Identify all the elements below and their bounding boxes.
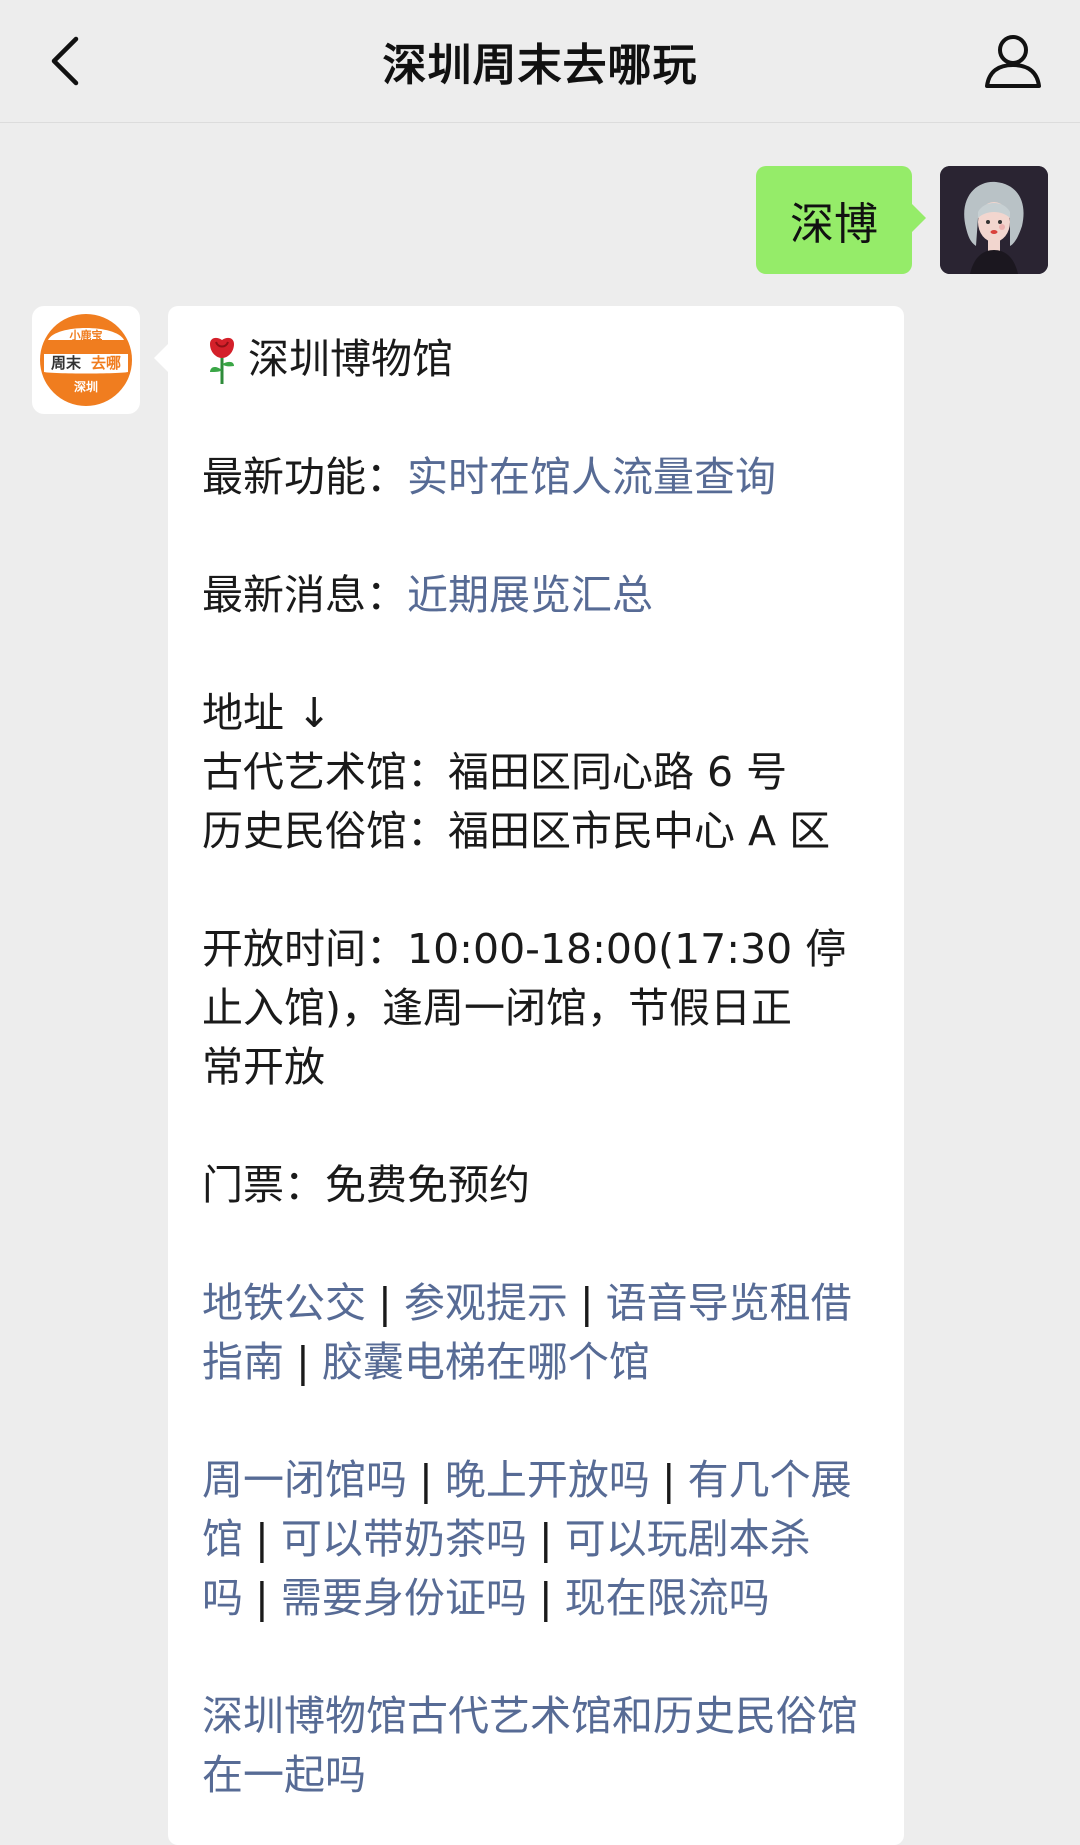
link-monday-closed[interactable]: 周一闭馆吗 bbox=[202, 1456, 407, 1504]
new-feature-line: 最新功能：实时在馆人流量查询 bbox=[202, 448, 870, 507]
user-avatar[interactable] bbox=[940, 166, 1048, 274]
chevron-left-icon bbox=[51, 36, 79, 86]
link-subway-bus[interactable]: 地铁公交 bbox=[202, 1279, 366, 1327]
link-separator: | bbox=[255, 1574, 269, 1622]
bot-message-bubble[interactable]: 深圳博物馆 最新功能：实时在馆人流量查询 最新消息：近期展览汇总 地址 ↓ 古代… bbox=[154, 306, 904, 1845]
link-milk-tea[interactable]: 可以带奶茶吗 bbox=[281, 1515, 527, 1563]
quick-links-group-1: 地铁公交 | 参观提示 | 语音导览租借指南 | 胶囊电梯在哪个馆 bbox=[202, 1274, 870, 1392]
bot-avatar[interactable]: 小鹿宝 周末 去哪 深圳 bbox=[32, 306, 140, 414]
link-night-open[interactable]: 晚上开放吗 bbox=[445, 1456, 650, 1504]
link-visit-tips[interactable]: 参观提示 bbox=[404, 1279, 568, 1327]
page-title: 深圳周末去哪玩 bbox=[382, 40, 698, 91]
new-feature-label: 最新功能： bbox=[202, 453, 407, 501]
museum-title-line: 深圳博物馆 bbox=[202, 330, 870, 389]
brand-logo: 小鹿宝 周末 去哪 深圳 bbox=[40, 314, 132, 406]
back-button[interactable] bbox=[30, 26, 100, 96]
address-heading: 地址 ↓ bbox=[202, 689, 332, 737]
quick-links-group-3: 深圳博物馆古代艺术馆和历史民俗馆在一起吗 bbox=[202, 1687, 870, 1805]
chat-profile-button[interactable] bbox=[976, 24, 1050, 98]
link-halls-together[interactable]: 深圳博物馆古代艺术馆和历史民俗馆在一起吗 bbox=[202, 1692, 858, 1799]
user-avatar-image bbox=[940, 166, 1048, 274]
museum-title: 深圳博物馆 bbox=[248, 335, 453, 383]
nav-bar: 深圳周末去哪玩 bbox=[0, 0, 1080, 123]
link-separator: | bbox=[579, 1279, 594, 1327]
address-history-folk: 历史民俗馆：福田区市民中心 A 区 bbox=[202, 807, 831, 855]
opening-hours-line-3: 常开放 bbox=[202, 1043, 325, 1091]
person-icon bbox=[985, 35, 1041, 88]
quick-links-group-2: 周一闭馆吗 | 晚上开放吗 | 有几个展馆 | 可以带奶茶吗 | 可以玩剧本杀吗 | 需要身份证吗 |… bbox=[202, 1451, 870, 1628]
logo-bottom-text: 深圳 bbox=[74, 379, 98, 394]
link-separator: | bbox=[538, 1515, 553, 1563]
link-separator: | bbox=[419, 1456, 433, 1504]
link-capsule-elevator[interactable]: 胶囊电梯在哪个馆 bbox=[322, 1338, 650, 1386]
rose-icon bbox=[210, 337, 234, 384]
user-message-bubble[interactable]: 深博 bbox=[756, 166, 926, 274]
logo-top-text: 小鹿宝 bbox=[69, 328, 103, 342]
bot-message-row: 小鹿宝 周末 去哪 深圳 深圳博物馆 最新功能：实时在馆人流量查询 最新消息：近… bbox=[32, 306, 904, 1845]
link-crowd-limit[interactable]: 现在限流吗 bbox=[565, 1574, 770, 1622]
new-news-line: 最新消息：近期展览汇总 bbox=[202, 566, 870, 625]
opening-hours-line-1: 开放时间：10:00-18:00(17:30 停 bbox=[202, 925, 847, 973]
ticket-info: 门票：免费免预约 bbox=[202, 1161, 530, 1209]
realtime-crowd-link[interactable]: 实时在馆人流量查询 bbox=[407, 453, 776, 501]
link-id-card[interactable]: 需要身份证吗 bbox=[281, 1574, 527, 1622]
link-separator: | bbox=[378, 1279, 392, 1327]
link-separator: | bbox=[296, 1338, 310, 1386]
user-message-text: 深博 bbox=[790, 199, 878, 250]
link-separator: | bbox=[661, 1456, 676, 1504]
recent-exhibitions-link[interactable]: 近期展览汇总 bbox=[407, 571, 653, 619]
new-news-label: 最新消息： bbox=[202, 571, 407, 619]
link-separator: | bbox=[538, 1574, 553, 1622]
user-message-row: 深博 bbox=[756, 166, 1048, 274]
link-separator: | bbox=[255, 1515, 269, 1563]
opening-hours-line-2: 止入馆)，逢周一闭馆，节假日正 bbox=[202, 984, 792, 1032]
logo-middle-text-b: 去哪 bbox=[91, 354, 121, 372]
address-ancient-art: 古代艺术馆：福田区同心路 6 号 bbox=[202, 748, 788, 796]
logo-middle-text-a: 周末 bbox=[51, 354, 82, 372]
